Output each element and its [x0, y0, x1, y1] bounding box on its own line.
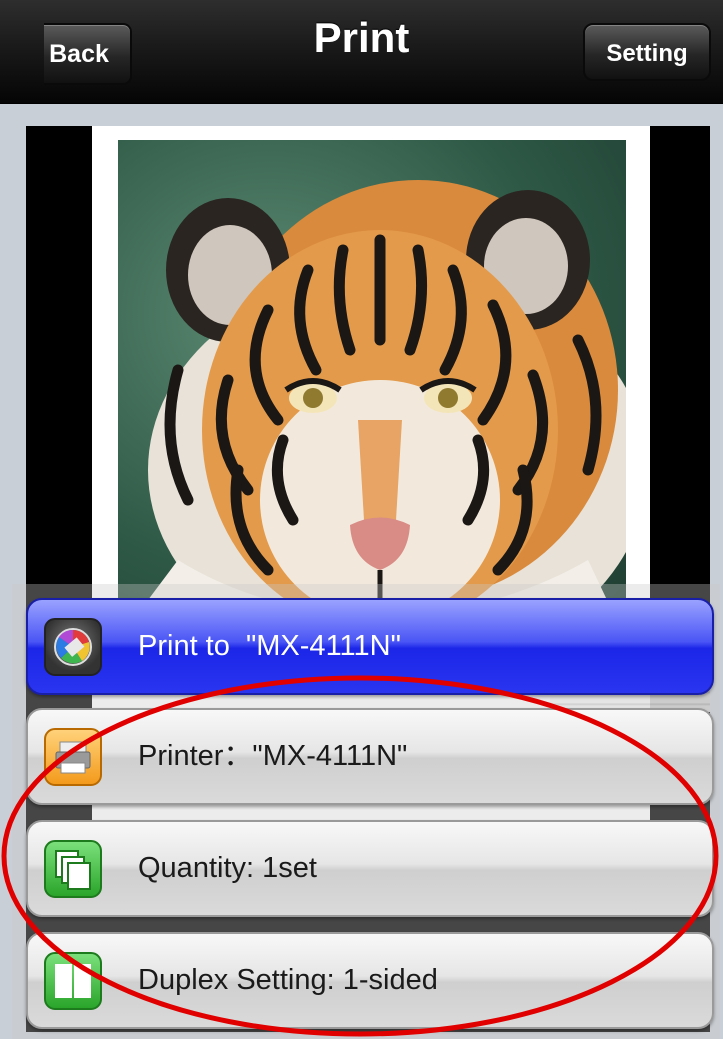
navigation-bar: Back Print Setting [0, 0, 723, 104]
duplex-setting-label: Duplex Setting: 1-sided [138, 964, 438, 996]
print-to-button[interactable]: Print to "MX-4111N" [26, 598, 714, 695]
print-options-menu: Print to "MX-4111N" Printer："MX-4111N" Q… [12, 584, 720, 1039]
print-icon [44, 618, 102, 676]
duplex-icon [44, 952, 102, 1010]
quantity-row[interactable]: Quantity: 1set [26, 820, 714, 917]
printer-icon [44, 728, 102, 786]
print-to-label: Print to "MX-4111N" [138, 630, 401, 662]
printer-label: Printer："MX-4111N" [138, 740, 408, 772]
printer-select-row[interactable]: Printer："MX-4111N" [26, 708, 714, 805]
tiger-photo [118, 140, 626, 640]
duplex-setting-row[interactable]: Duplex Setting: 1-sided [26, 932, 714, 1029]
quantity-label: Quantity: 1set [138, 852, 317, 884]
tiger-illustration [118, 180, 626, 640]
setting-button[interactable]: Setting [583, 23, 711, 81]
quantity-icon [44, 840, 102, 898]
